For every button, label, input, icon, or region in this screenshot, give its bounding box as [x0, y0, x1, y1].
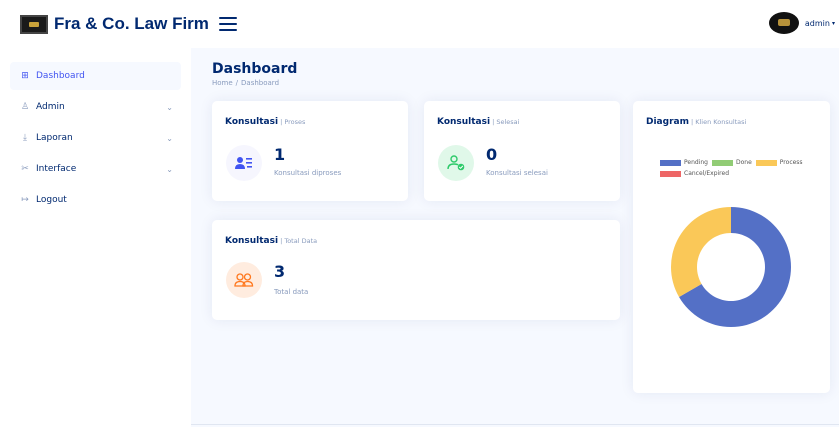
sidebar-item-label: Admin	[36, 102, 65, 112]
caret-down-icon: ▾	[831, 19, 835, 27]
donut-chart	[671, 207, 791, 327]
sidebar-item-admin[interactable]: ♙ Admin ⌄	[10, 93, 181, 121]
legend-item-pending[interactable]: Pending	[660, 159, 708, 166]
legend-label: Pending	[684, 159, 708, 166]
people-icon	[226, 262, 262, 298]
sidebar-item-label: Interface	[36, 164, 77, 174]
sidebar-item-logout[interactable]: ↦ Logout	[10, 186, 181, 214]
card-title: Konsultasi | Total Data	[225, 236, 317, 246]
person-list-icon	[226, 145, 262, 181]
donut-slice-process[interactable]	[671, 207, 731, 297]
menu-toggle-icon[interactable]	[218, 17, 237, 31]
card-subtitle: | Total Data	[280, 237, 318, 245]
breadcrumb-current: Dashboard	[241, 79, 280, 87]
footer-divider	[191, 424, 839, 425]
card-diagram: Diagram | Klien Konsultasi Pending Done P…	[633, 101, 830, 393]
person-icon: ♙	[20, 102, 30, 112]
sidebar-item-dashboard[interactable]: ⊞ Dashboard	[10, 62, 181, 90]
sidebar-item-laporan[interactable]: ⤓ Laporan ⌄	[10, 124, 181, 152]
card-title: Diagram | Klien Konsultasi	[646, 117, 746, 127]
card-konsultasi-total: Konsultasi | Total Data 3 Total data	[212, 220, 620, 320]
brand-name: Fra & Co. Law Firm	[54, 14, 209, 33]
legend-swatch	[755, 159, 777, 166]
legend-item-process[interactable]: Process	[755, 159, 803, 166]
legend-item-cancel-expired[interactable]: Cancel/Expired	[660, 170, 729, 177]
logout-icon: ↦	[21, 195, 29, 205]
profile-name: admin	[804, 18, 830, 28]
stat-description: Total data	[274, 288, 309, 296]
card-subtitle: | Klien Konsultasi	[690, 118, 747, 126]
legend-swatch	[660, 159, 681, 166]
stat-description: Konsultasi diproses	[274, 169, 342, 177]
legend-swatch	[660, 170, 681, 177]
top-header: Fra & Co. Law Firm admin ▾	[0, 0, 839, 48]
breadcrumb-separator: /	[235, 79, 239, 87]
page-title-area: Dashboard Home / Dashboard	[212, 61, 297, 87]
stat-value: 0	[486, 145, 498, 164]
tools-icon: ✂	[21, 164, 29, 174]
chevron-down-icon: ⌄	[166, 164, 173, 174]
sidebar-item-label: Laporan	[36, 133, 73, 143]
stat-value: 1	[274, 145, 286, 164]
legend-label: Cancel/Expired	[684, 170, 729, 177]
legend-label: Process	[779, 159, 803, 166]
sidebar: ⊞ Dashboard ♙ Admin ⌄ ⤓ Laporan ⌄ ✂ Inte…	[0, 48, 191, 427]
card-title-text: Diagram	[646, 117, 689, 127]
legend-label: Done	[736, 159, 752, 166]
breadcrumb: Home / Dashboard	[212, 79, 297, 87]
logo-image	[20, 14, 48, 34]
breadcrumb-home[interactable]: Home	[212, 79, 233, 87]
card-title: Konsultasi | Proses	[225, 117, 305, 127]
page-title: Dashboard	[212, 61, 298, 77]
legend-swatch	[712, 159, 733, 166]
card-title-text: Konsultasi	[437, 117, 491, 127]
card-konsultasi-proses: Konsultasi | Proses 1 Konsultasi diproses	[212, 101, 408, 201]
logo-link[interactable]: Fra & Co. Law Firm	[20, 14, 209, 34]
chart-legend: Pending Done Process Cancel/Expired	[660, 159, 810, 177]
stat-value: 3	[274, 262, 286, 281]
download-icon: ⤓	[23, 133, 27, 143]
chevron-down-icon: ⌄	[166, 102, 173, 112]
card-title-text: Konsultasi	[225, 117, 279, 127]
sidebar-item-label: Logout	[36, 195, 67, 205]
card-title: Konsultasi | Selesai	[437, 117, 519, 127]
card-konsultasi-selesai: Konsultasi | Selesai 0 Konsultasi selesai	[424, 101, 620, 201]
chevron-down-icon: ⌄	[166, 133, 173, 143]
legend-item-done[interactable]: Done	[712, 159, 752, 166]
grid-icon: ⊞	[21, 71, 29, 81]
card-subtitle: | Selesai	[492, 118, 520, 126]
profile-dropdown[interactable]: admin ▾	[768, 12, 835, 34]
card-subtitle: | Proses	[280, 118, 306, 126]
card-title-text: Konsultasi	[225, 236, 279, 246]
avatar	[768, 12, 799, 34]
person-check-icon	[438, 145, 474, 181]
stat-description: Konsultasi selesai	[486, 169, 548, 177]
sidebar-item-label: Dashboard	[36, 71, 85, 81]
sidebar-item-interface[interactable]: ✂ Interface ⌄	[10, 155, 181, 183]
